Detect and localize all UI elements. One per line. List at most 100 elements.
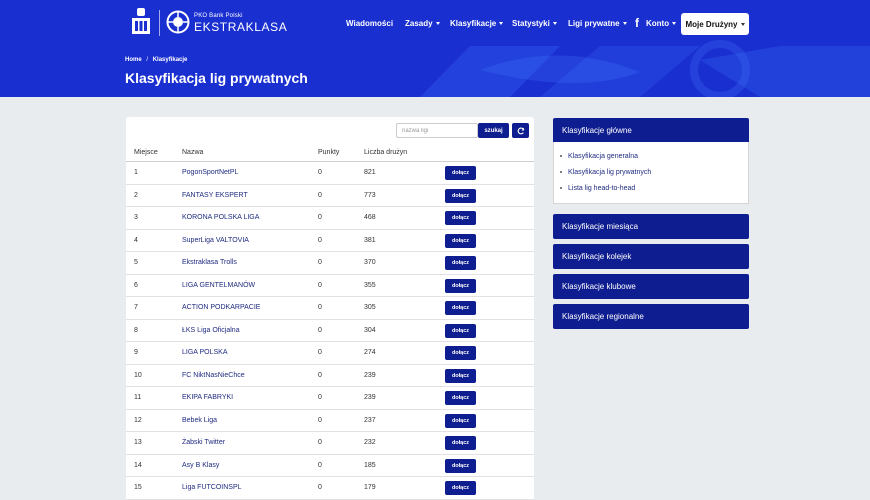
join-league-button[interactable]: dołącz: [445, 458, 476, 473]
cell-place: 1: [134, 169, 138, 176]
cell-place: 10: [134, 371, 142, 379]
cell-league-name[interactable]: Żabski Twitter: [182, 439, 225, 446]
site-header: PKO Bank Polski EKSTRAKLASA Wiadomości Z…: [0, 0, 870, 97]
cell-league-name[interactable]: EKIPA FABRYKI: [182, 394, 233, 401]
join-league-button[interactable]: dołącz: [445, 211, 476, 225]
join-league-button[interactable]: dołącz: [445, 323, 476, 338]
cell-team-count: 274: [364, 349, 376, 356]
cell-points: 0: [318, 326, 322, 334]
cell-place: 3: [134, 214, 138, 221]
cell-league-name[interactable]: ACTION PODKARPACIE: [182, 304, 260, 311]
cell-place: 11: [134, 394, 142, 401]
cell-points: 0: [318, 484, 322, 491]
nav-wiadomosci[interactable]: Wiadomości: [346, 19, 393, 28]
cell-league-name[interactable]: Bebek Liga: [182, 417, 217, 424]
join-league-button[interactable]: dołącz: [445, 436, 476, 450]
breadcrumb-current[interactable]: Klasyfikacje: [153, 57, 188, 63]
cell-team-count: 239: [364, 394, 376, 401]
cell-league-name[interactable]: Asy B Klasy: [182, 462, 219, 469]
search-button[interactable]: szukaj: [478, 123, 509, 138]
join-league-button[interactable]: dołącz: [445, 188, 476, 203]
join-league-button[interactable]: dołącz: [445, 166, 476, 180]
cell-points: 0: [318, 236, 322, 244]
sidebar-link-general[interactable]: Klasyfikacja generalna: [560, 153, 638, 160]
table-row: 8 ŁKS Liga Oficjalna 0 304 dołącz: [126, 320, 534, 342]
facebook-icon[interactable]: f: [635, 16, 639, 30]
sidebar-section-regional[interactable]: Klasyfikacje regionalne: [553, 304, 749, 329]
join-league-button[interactable]: dołącz: [445, 481, 476, 495]
cell-league-name[interactable]: KORONA POLSKA LIGA: [182, 214, 259, 221]
cell-place: 13: [134, 439, 142, 446]
table-row: 13 Żabski Twitter 0 232 dołącz: [126, 432, 534, 455]
cell-team-count: 237: [364, 416, 376, 424]
cell-league-name[interactable]: FANTASY EKSPERT: [182, 192, 248, 199]
chevron-down-icon: [740, 22, 745, 26]
cell-league-name[interactable]: PogonSportNetPL: [182, 169, 238, 176]
cell-place: 14: [134, 461, 142, 469]
table-row: 4 SuperLiga VALTOVIA 0 381 dołącz: [126, 230, 534, 252]
sidebar-section-clubs[interactable]: Klasyfikacje klubowe: [553, 274, 749, 299]
table-row: 10 FC NiktNasNieChce 0 239 dołącz: [126, 365, 534, 387]
leagues-table-card: szukaj Miejsce Nazwa Punkty Liczba druży…: [126, 117, 534, 500]
chevron-down-icon: [435, 22, 440, 26]
join-league-button[interactable]: dołącz: [445, 368, 476, 383]
join-league-button[interactable]: dołącz: [445, 278, 476, 293]
cell-place: 9: [134, 349, 138, 356]
cell-league-name[interactable]: FC NiktNasNieChce: [182, 372, 245, 379]
nav-klasyfikacje[interactable]: Klasyfikacje: [450, 19, 504, 28]
cell-league-name[interactable]: LIGA POLSKA: [182, 349, 228, 356]
table-row: 9 LIGA POLSKA 0 274 dołącz: [126, 342, 534, 365]
chevron-down-icon: [622, 22, 627, 26]
cell-place: 12: [134, 416, 142, 424]
refresh-button[interactable]: [512, 123, 529, 138]
sidebar-link-head-to-head[interactable]: Lista lig head-to-head: [560, 185, 635, 192]
join-league-button[interactable]: dołącz: [445, 233, 476, 248]
join-league-button[interactable]: dołącz: [445, 391, 476, 405]
join-league-button[interactable]: dołącz: [445, 256, 476, 270]
breadcrumb-home[interactable]: Home: [125, 57, 142, 63]
league-name: EKSTRAKLASA: [194, 20, 288, 34]
cell-team-count: 468: [364, 214, 376, 221]
my-teams-button[interactable]: Moje Drużyny: [681, 13, 749, 35]
ekstraklasa-logo-icon[interactable]: [166, 10, 190, 34]
refresh-icon: [517, 127, 524, 134]
bullet-icon: [560, 171, 562, 174]
column-header-name: Nazwa: [182, 149, 204, 156]
cell-place: 5: [134, 259, 138, 266]
breadcrumb-separator: /: [146, 57, 149, 63]
join-league-button[interactable]: dołącz: [445, 413, 476, 428]
sidebar-main-title[interactable]: Klasyfikacje główne: [553, 118, 749, 142]
cell-team-count: 821: [364, 169, 376, 176]
cell-place: 6: [134, 281, 138, 289]
cell-points: 0: [318, 214, 322, 221]
nav-zasady[interactable]: Zasady: [405, 19, 440, 28]
sidebar-section-monthly[interactable]: Klasyfikacje miesiąca: [553, 214, 749, 239]
cell-team-count: 370: [364, 259, 376, 266]
cell-points: 0: [318, 169, 322, 176]
sidebar-section-rounds[interactable]: Klasyfikacje kolejek: [553, 244, 749, 269]
logo-divider: [159, 10, 160, 36]
cell-league-name[interactable]: SuperLiga VALTOVIA: [182, 237, 249, 244]
nav-konto[interactable]: Konto: [646, 19, 677, 28]
join-league-button[interactable]: dołącz: [445, 346, 476, 360]
cell-league-name[interactable]: Liga FUTCOINSPL: [182, 484, 242, 491]
cell-league-name[interactable]: Ekstraklasa Trolls: [182, 259, 237, 266]
chevron-down-icon: [672, 22, 677, 26]
pko-logo-icon[interactable]: [130, 8, 152, 36]
table-row: 15 Liga FUTCOINSPL 0 179 dołącz: [126, 477, 534, 500]
cell-team-count: 304: [364, 326, 376, 334]
cell-league-name[interactable]: LIGA GENTELMANÓW: [182, 282, 255, 289]
table-row: 7 ACTION PODKARPACIE 0 305 dołącz: [126, 297, 534, 320]
join-league-button[interactable]: dołącz: [445, 301, 476, 315]
table-row: 1 PogonSportNetPL 0 821 dołącz: [126, 162, 534, 185]
cell-team-count: 179: [364, 484, 376, 491]
cell-league-name[interactable]: ŁKS Liga Oficjalna: [182, 327, 240, 334]
nav-statystyki[interactable]: Statystyki: [512, 19, 557, 28]
column-header-points: Punkty: [318, 149, 340, 156]
nav-ligi-prywatne[interactable]: Ligi prywatne: [568, 19, 627, 28]
table-row: 12 Bebek Liga 0 237 dołącz: [126, 410, 534, 432]
table-body: 1 PogonSportNetPL 0 821 dołącz 2 FANTASY EKSPE…: [126, 162, 534, 500]
table-row: 6 LIGA GENTELMANÓW 0 355 dołącz: [126, 275, 534, 297]
league-search-input[interactable]: [396, 123, 478, 138]
sidebar-link-private-leagues[interactable]: Klasyfikacja lig prywatnych: [560, 169, 651, 176]
